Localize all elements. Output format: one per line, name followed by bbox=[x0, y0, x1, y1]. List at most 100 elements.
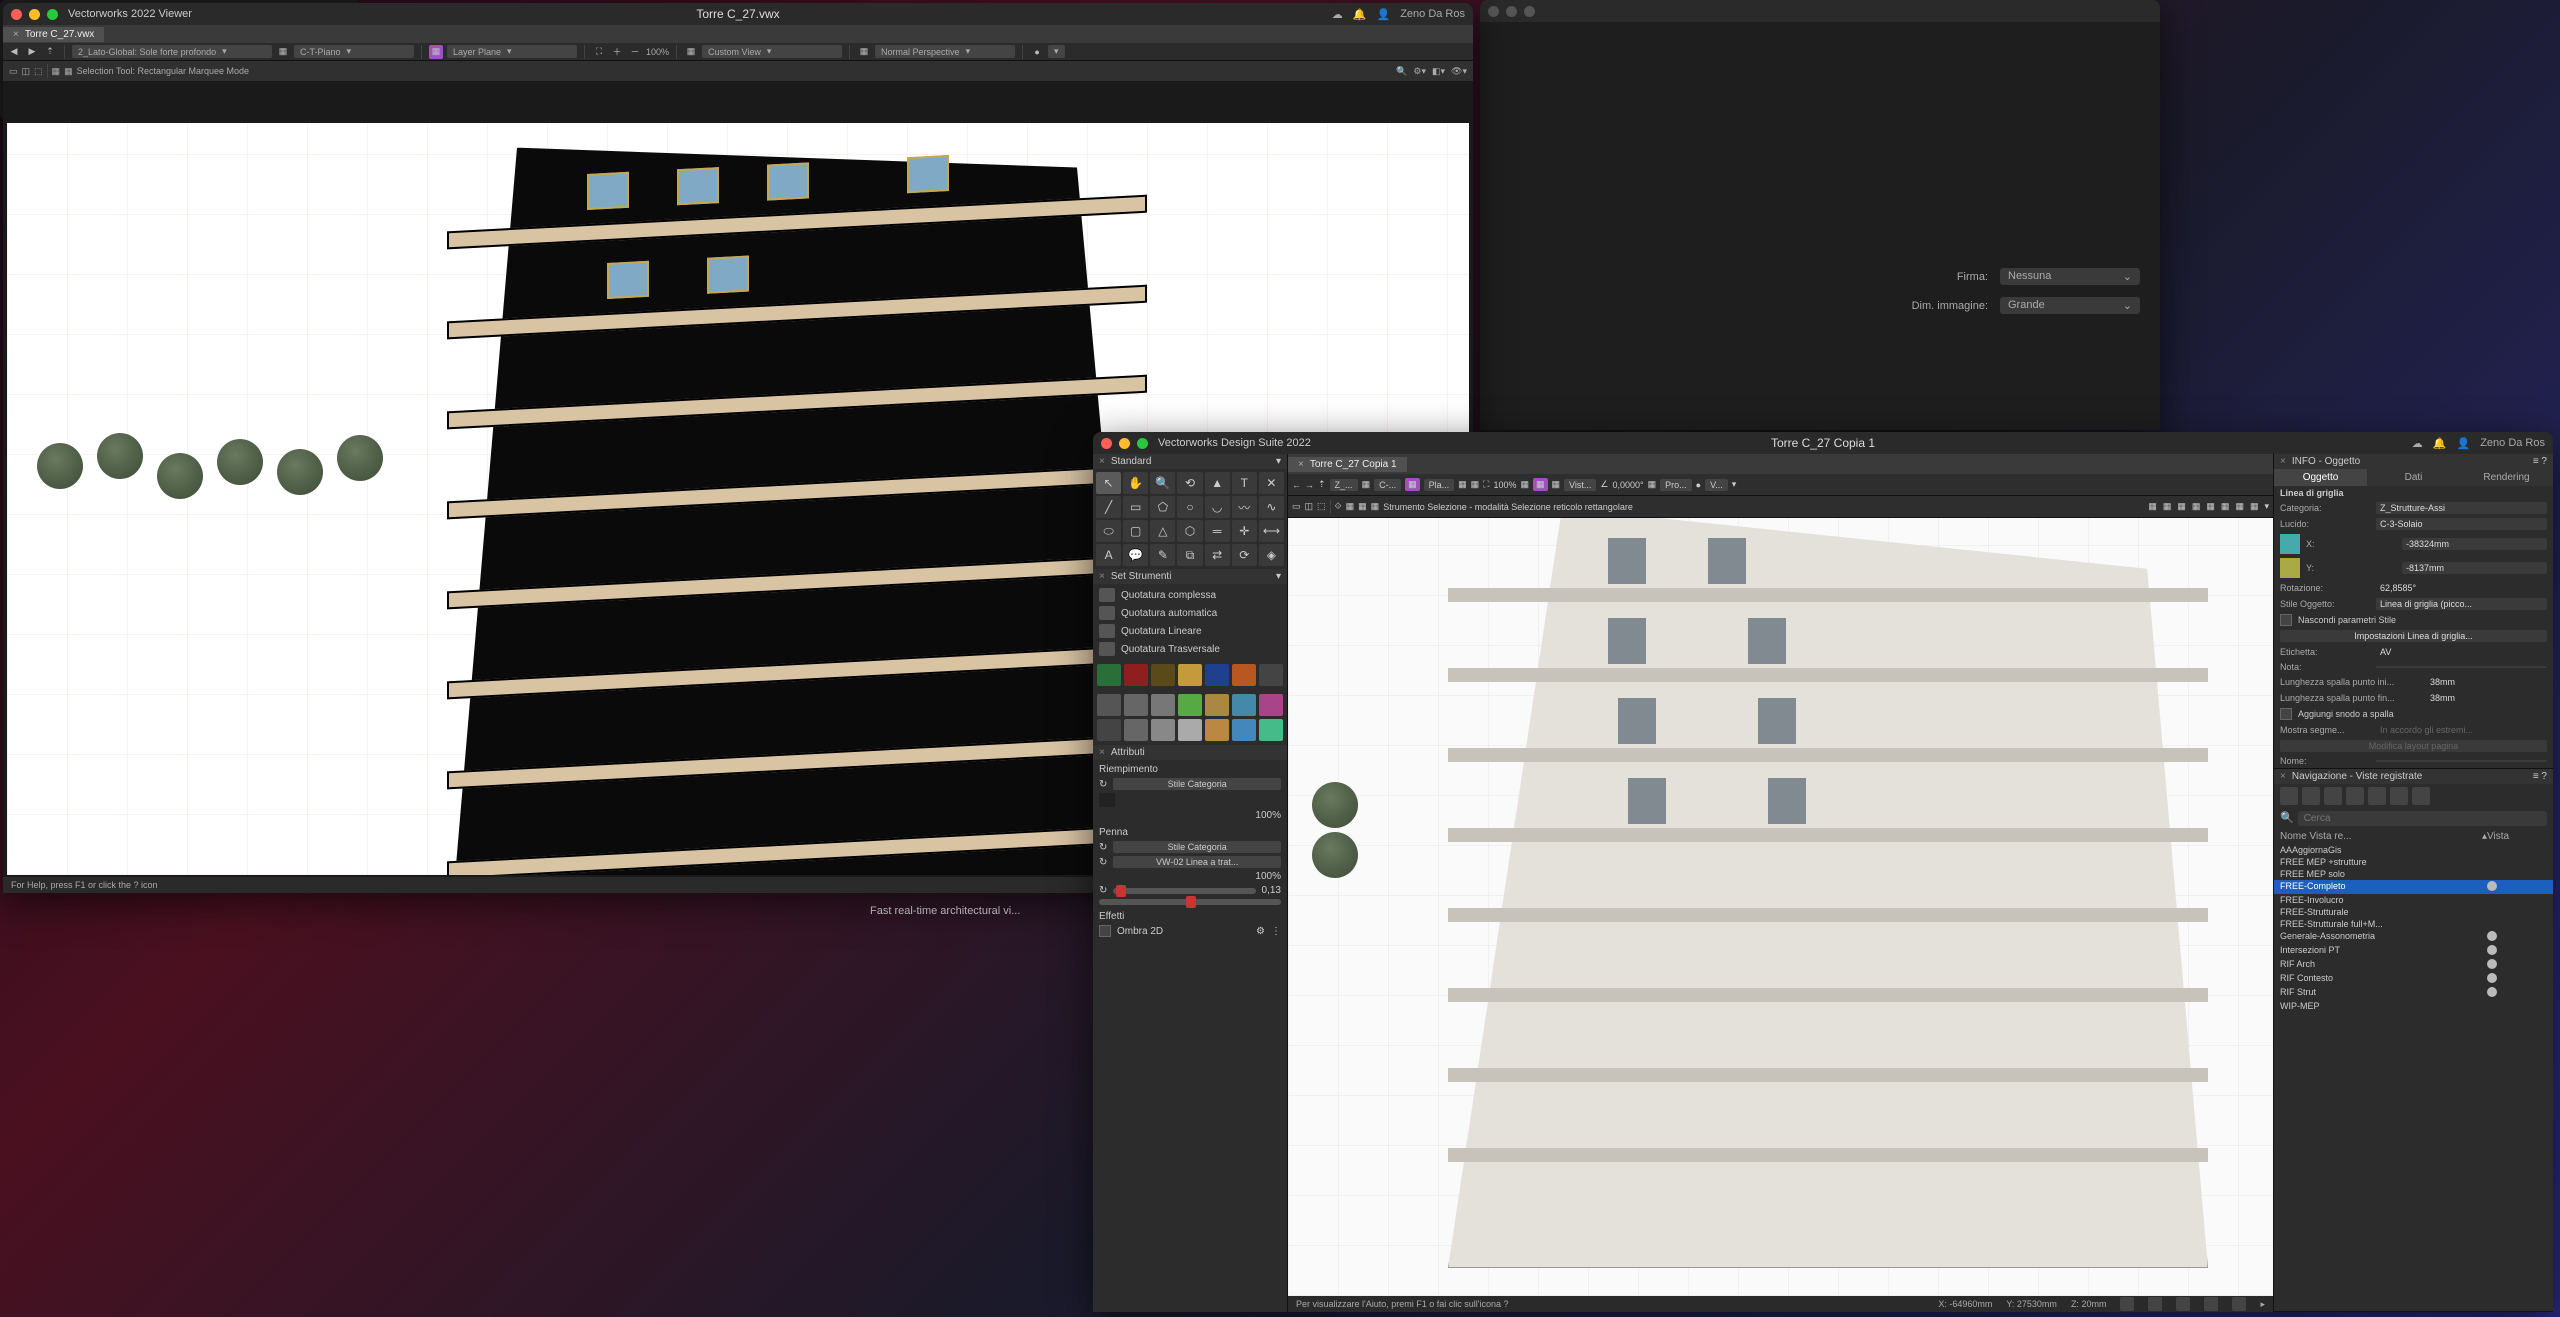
extras-icon[interactable]: ▾ bbox=[1732, 479, 1737, 490]
shadow-opts-icon[interactable]: ⚙ bbox=[1256, 926, 1265, 937]
nav-row[interactable]: Intersezioni PT bbox=[2274, 944, 2553, 958]
toolset-item[interactable]: Quotatura complessa bbox=[1093, 586, 1287, 604]
shadow-more-icon[interactable]: ⋮ bbox=[1271, 926, 1281, 937]
user-icon[interactable]: 👤 bbox=[2456, 437, 2470, 450]
swatch-icon[interactable] bbox=[1178, 664, 1202, 686]
swatch-icon[interactable] bbox=[1205, 664, 1229, 686]
back-icon[interactable]: ← bbox=[1292, 480, 1301, 490]
rotate-tool-icon[interactable]: ⟳ bbox=[1232, 544, 1257, 566]
fill-color-icon[interactable] bbox=[1099, 793, 1115, 807]
swatch-icon[interactable] bbox=[1205, 694, 1229, 716]
fill-style-dropdown[interactable]: Stile Categoria bbox=[1113, 778, 1281, 790]
pen-line-icon[interactable]: ↻ bbox=[1099, 857, 1107, 868]
minimize-icon[interactable] bbox=[1119, 438, 1130, 449]
nav-row[interactable]: RIF Strut bbox=[2274, 986, 2553, 1000]
zoom-icon[interactable] bbox=[1137, 438, 1148, 449]
pen-opacity[interactable]: 100% bbox=[1255, 871, 1281, 882]
mode4-icon[interactable]: ⟐ bbox=[1335, 501, 1342, 512]
spline-tool-icon[interactable]: ∿ bbox=[1259, 496, 1284, 518]
swatch-icon[interactable] bbox=[1259, 694, 1283, 716]
traffic-lights[interactable] bbox=[1101, 438, 1148, 449]
mode7-icon[interactable]: ▦ bbox=[1371, 501, 1380, 512]
line-tool-icon[interactable]: ╱ bbox=[1096, 496, 1121, 518]
nav-row[interactable]: AAAggiornaGis bbox=[2274, 844, 2553, 856]
close-icon[interactable] bbox=[1101, 438, 1112, 449]
proj-icon[interactable]: ▦ bbox=[857, 45, 871, 59]
firma-select[interactable]: Nessuna⌄ bbox=[2000, 268, 2140, 285]
y-field[interactable]: -8137mm bbox=[2402, 562, 2547, 574]
nav-row[interactable]: RIF Contesto bbox=[2274, 972, 2553, 986]
nav-btn2-icon[interactable] bbox=[2302, 787, 2320, 805]
nav-row[interactable]: WIP-MEP bbox=[2274, 1000, 2553, 1012]
nav-header[interactable]: × Navigazione - Viste registrate ≡ ? bbox=[2274, 769, 2553, 784]
quick1-icon[interactable]: ▦ bbox=[2148, 501, 2157, 512]
render-icon[interactable]: ● bbox=[1696, 480, 1701, 490]
tab-close-icon[interactable]: × bbox=[1298, 459, 1304, 470]
note-field[interactable] bbox=[2376, 666, 2547, 668]
grid3-icon[interactable]: ▦ bbox=[1552, 479, 1561, 490]
suite-viewport[interactable] bbox=[1288, 518, 2273, 1296]
nav-row[interactable]: FREE-Completo bbox=[2274, 880, 2553, 894]
mode1-icon[interactable]: ▭ bbox=[1292, 501, 1301, 512]
doc-tab[interactable]: × Torre C_27 Copia 1 bbox=[1288, 457, 1407, 472]
polygon2-icon[interactable]: ⬡ bbox=[1177, 520, 1202, 542]
nav-row[interactable]: FREE-Strutturale full+M... bbox=[2274, 918, 2553, 930]
fwd-icon[interactable]: ▶ bbox=[25, 45, 39, 59]
bg-titlebar[interactable] bbox=[1480, 0, 2160, 22]
callout-tool-icon[interactable]: 💬 bbox=[1123, 544, 1148, 566]
pan-tool-icon[interactable]: ✋ bbox=[1123, 472, 1148, 494]
nav-btn6-icon[interactable] bbox=[2390, 787, 2408, 805]
nav-row[interactable]: FREE MEP +strutture bbox=[2274, 856, 2553, 868]
nav-btn3-icon[interactable] bbox=[2324, 787, 2342, 805]
play-icon[interactable] bbox=[2176, 1297, 2190, 1311]
view-icon[interactable]: ▦ bbox=[684, 45, 698, 59]
panel-close-icon[interactable]: × bbox=[1099, 456, 1105, 467]
name-field[interactable] bbox=[2376, 760, 2547, 762]
minimize-icon[interactable] bbox=[29, 9, 40, 20]
tab-close-icon[interactable]: × bbox=[13, 29, 19, 40]
reshape-tool-icon[interactable]: ◈ bbox=[1259, 544, 1284, 566]
mode3-icon[interactable]: ⬚ bbox=[34, 66, 43, 77]
render-dropdown[interactable]: ▾ bbox=[1048, 45, 1065, 58]
teapot-icon[interactable] bbox=[2120, 1297, 2134, 1311]
class-opts-icon[interactable]: ▦ bbox=[276, 45, 290, 59]
swatch-icon[interactable] bbox=[1124, 719, 1148, 741]
thickness-value[interactable]: 0,13 bbox=[1262, 885, 1281, 896]
angle-icon[interactable]: ∠ bbox=[1600, 479, 1608, 490]
grid2-icon[interactable]: ▦ bbox=[1533, 478, 1548, 491]
mode5-icon[interactable]: ▦ bbox=[64, 66, 73, 77]
snap-toggle-icon[interactable] bbox=[2148, 1297, 2162, 1311]
swatch-icon[interactable] bbox=[1205, 719, 1229, 741]
quick8-icon[interactable]: ▦ bbox=[2250, 501, 2259, 512]
quick2-icon[interactable]: ▦ bbox=[2163, 501, 2172, 512]
swatch-icon[interactable] bbox=[1259, 664, 1283, 686]
gear-icon[interactable] bbox=[2232, 1297, 2246, 1311]
toolset-item[interactable]: Quotatura Trasversale bbox=[1093, 640, 1287, 658]
suite-titlebar[interactable]: Vectorworks Design Suite 2022 Torre C_27… bbox=[1093, 432, 2553, 454]
fit-icon[interactable]: ⛶ bbox=[592, 45, 606, 59]
plane-dropdown[interactable]: Pla... bbox=[1424, 479, 1455, 491]
walkthrough-tool-icon[interactable]: ▲ bbox=[1205, 472, 1230, 494]
tab-rendering[interactable]: Rendering bbox=[2460, 469, 2553, 486]
text2-tool-icon[interactable]: A bbox=[1096, 544, 1121, 566]
tab-dati[interactable]: Dati bbox=[2367, 469, 2460, 486]
thickness-slider[interactable] bbox=[1113, 888, 1255, 894]
plane-dropdown[interactable]: Layer Plane▾ bbox=[447, 45, 577, 58]
mode4-icon[interactable]: ▦ bbox=[52, 66, 61, 77]
visibility-icon[interactable]: 👁▾ bbox=[1451, 66, 1467, 77]
mode1-icon[interactable]: ▭ bbox=[9, 66, 18, 77]
x-field[interactable]: -38324mm bbox=[2402, 538, 2547, 550]
zoomout-icon[interactable]: － bbox=[628, 45, 642, 59]
rect-tool-icon[interactable]: ▭ bbox=[1123, 496, 1148, 518]
layer-dropdown[interactable]: C-T-Piano▾ bbox=[294, 45, 414, 58]
snap1-icon[interactable]: ▦ bbox=[1458, 479, 1467, 490]
swatch-icon[interactable] bbox=[1232, 664, 1256, 686]
swatch-icon[interactable] bbox=[1151, 694, 1175, 716]
grid-icon[interactable]: ▦ bbox=[1520, 479, 1529, 490]
gear-icon[interactable]: ⚙▾ bbox=[1413, 66, 1426, 77]
swatch-icon[interactable] bbox=[1097, 719, 1121, 741]
quick7-icon[interactable]: ▦ bbox=[2235, 501, 2244, 512]
nav-row[interactable]: FREE MEP solo bbox=[2274, 868, 2553, 880]
triangle-tool-icon[interactable]: △ bbox=[1150, 520, 1175, 542]
collapse-icon[interactable]: ▸ bbox=[2260, 1299, 2265, 1310]
